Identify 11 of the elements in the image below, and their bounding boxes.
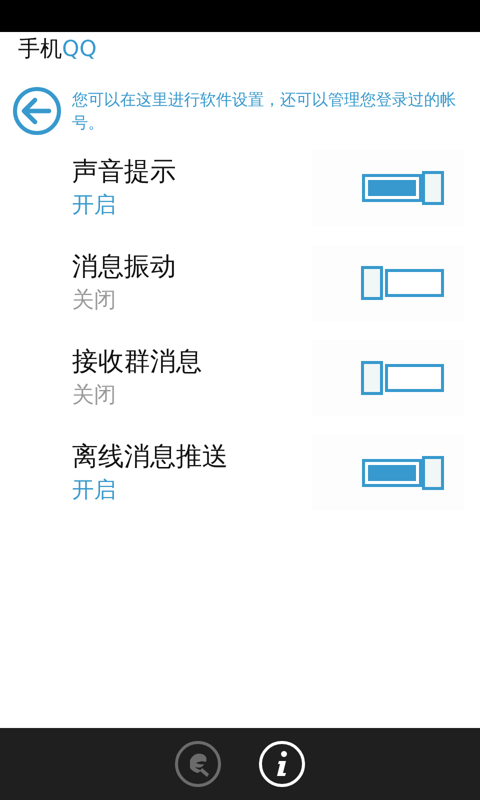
setting-label: 离线消息推送: [72, 440, 229, 474]
setting-label: 消息振动: [72, 250, 177, 284]
setting-status: 关闭: [72, 382, 117, 410]
setting-label: 声音提示: [72, 156, 177, 188]
setting-label: 接收群消息: [72, 346, 203, 378]
intro-text: 您可以在这里进行软件设置，还可以管理您登录过的帐号。: [72, 89, 457, 134]
info-icon[interactable]: [258, 740, 306, 788]
setting-status: 关闭: [72, 286, 117, 314]
setting-status: 开启: [72, 476, 117, 504]
setting-status: 开启: [72, 192, 117, 220]
app-title: 手机QQ: [18, 37, 97, 62]
